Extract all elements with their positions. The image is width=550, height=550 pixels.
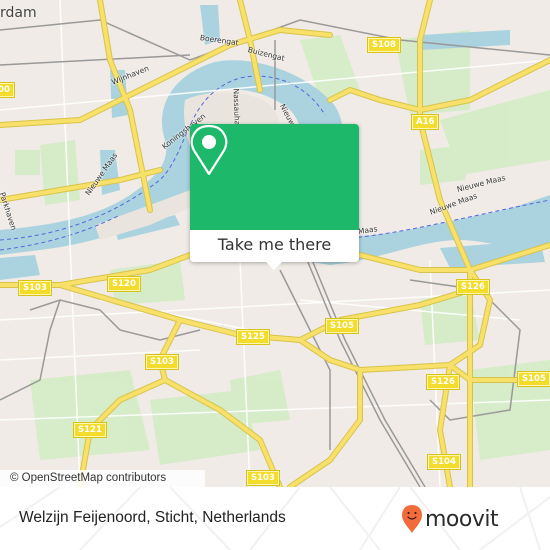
place-name: Welzijn Feijenoord, Sticht, Netherlands	[19, 509, 286, 526]
city-label: rdam	[0, 5, 37, 21]
road-label-s103-b: S103	[145, 354, 179, 370]
map-attribution[interactable]: © OpenStreetMap contributors	[0, 470, 205, 487]
location-popup: Take me there	[190, 124, 359, 270]
road-label-s105: S105	[325, 318, 359, 334]
map-pin-icon	[190, 124, 228, 176]
road-label-s103: S103	[18, 280, 52, 296]
take-me-there-button[interactable]: Take me there	[190, 230, 359, 262]
road-label-a16: A16	[410, 114, 440, 130]
road-label-s104: S104	[427, 454, 461, 470]
road-label-s126: S126	[456, 279, 490, 295]
road-label-s121: S121	[73, 422, 107, 438]
popup-header	[190, 124, 359, 230]
road-label-s120: S120	[107, 276, 141, 292]
road-label-s103-c: S103	[246, 470, 280, 486]
road-label-s108: S108	[367, 37, 401, 53]
moovit-logo[interactable]: moovit	[401, 501, 499, 537]
map-view[interactable]: rdam Boerengat Buizengat Wijnhaven Nassa…	[0, 0, 550, 487]
road-label-s126-b: S126	[426, 374, 460, 390]
footer: Welzijn Feijenoord, Sticht, Netherlands …	[0, 487, 550, 550]
road-label-s125: S125	[236, 329, 270, 345]
moovit-pin-icon	[402, 505, 422, 533]
road-label-s100: S100	[0, 82, 15, 98]
popup-pointer	[266, 262, 282, 270]
road-label-s105-b: S105	[517, 371, 550, 387]
moovit-wordmark: moovit	[425, 506, 499, 532]
